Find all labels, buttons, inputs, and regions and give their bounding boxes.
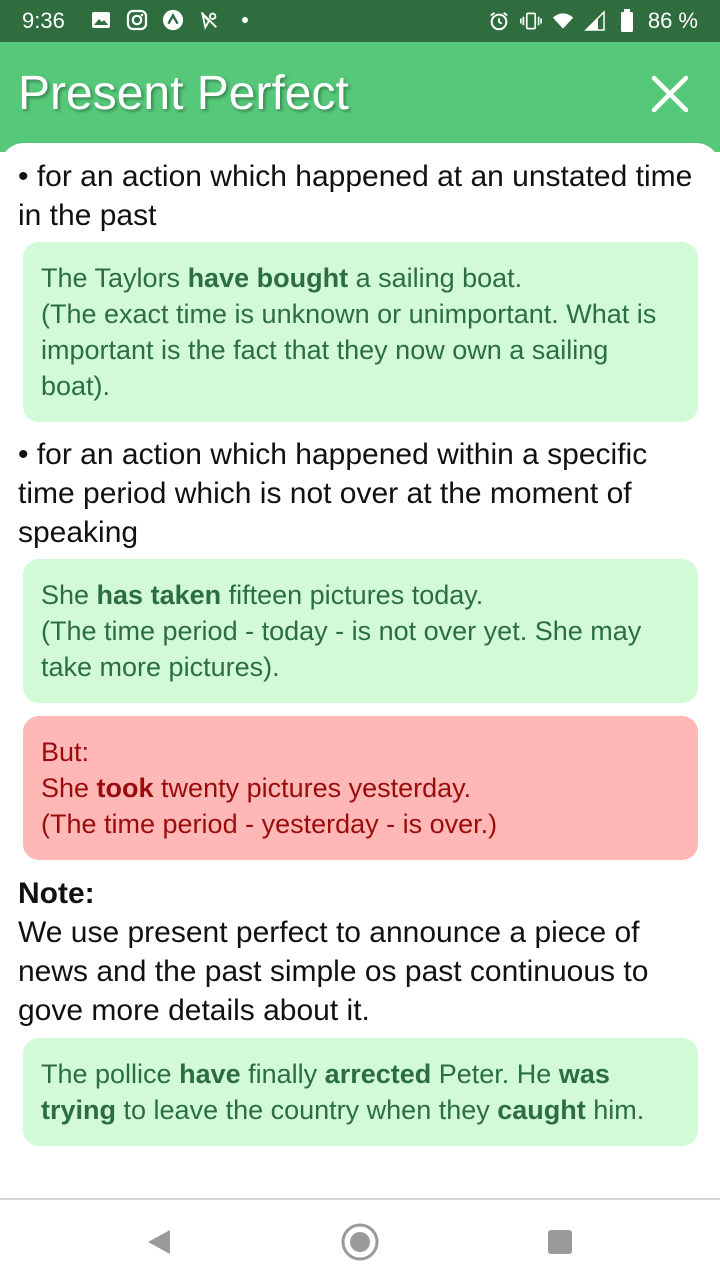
home-icon (341, 1223, 379, 1261)
recents-button[interactable] (540, 1222, 580, 1262)
signal-icon (584, 10, 606, 32)
image-icon (90, 9, 112, 31)
system-icons: 86 % (488, 8, 698, 34)
home-button[interactable] (340, 1222, 380, 1262)
page-title: Present Perfect (18, 67, 349, 120)
status-time: 9:36 (22, 8, 65, 33)
instagram-icon (126, 9, 148, 31)
example-card-1: The Taylors have bought a sailing boat. … (23, 242, 698, 422)
location-off-icon (198, 9, 220, 31)
navigation-bar (0, 1198, 720, 1282)
app-icon (162, 9, 184, 31)
wifi-icon (552, 10, 574, 32)
example-explanation: (The time period - yesterday - is over.) (41, 809, 498, 839)
back-icon (148, 1230, 170, 1254)
app-bar: Present Perfect (0, 42, 720, 152)
counter-example-card: But: She took twenty pictures yesterday.… (23, 716, 698, 860)
example-sentence: The pollice have finally arrected Peter.… (41, 1059, 645, 1125)
example-explanation: (The exact time is unknown or unimportan… (41, 299, 657, 401)
example-card-3: The pollice have finally arrected Peter.… (23, 1038, 698, 1146)
example-explanation: (The time period - today - is not over y… (41, 616, 642, 682)
example-sentence: She has taken fifteen pictures today. (41, 580, 484, 610)
note-label: Note: (18, 877, 95, 910)
note-text: We use present perfect to announce a pie… (18, 916, 649, 1027)
dot-icon (234, 9, 256, 31)
notification-icons (90, 9, 256, 31)
recents-icon (548, 1230, 572, 1254)
example-sentence: The Taylors have bought a sailing boat. (41, 263, 523, 293)
example-sentence: She took twenty pictures yesterday. (41, 773, 472, 803)
alarm-icon (488, 10, 510, 32)
lesson-content[interactable]: • for an action which happened at an uns… (0, 143, 720, 1198)
vibrate-icon (519, 10, 542, 32)
example-card-2: She has taken fifteen pictures today. (T… (23, 559, 698, 703)
counter-example-label: But: (41, 737, 90, 767)
battery-icon (616, 9, 638, 32)
back-button[interactable] (140, 1222, 180, 1262)
status-bar: 9:36 86 % (0, 0, 720, 42)
battery-level: 86 % (647, 8, 698, 33)
close-button[interactable] (650, 74, 690, 114)
rule-bullet-1: • for an action which happened at an uns… (18, 160, 693, 232)
note-section: Note: We use present perfect to announce… (18, 874, 698, 1030)
rule-bullet-2: • for an action which happened within a … (18, 438, 648, 549)
close-icon (651, 75, 689, 113)
